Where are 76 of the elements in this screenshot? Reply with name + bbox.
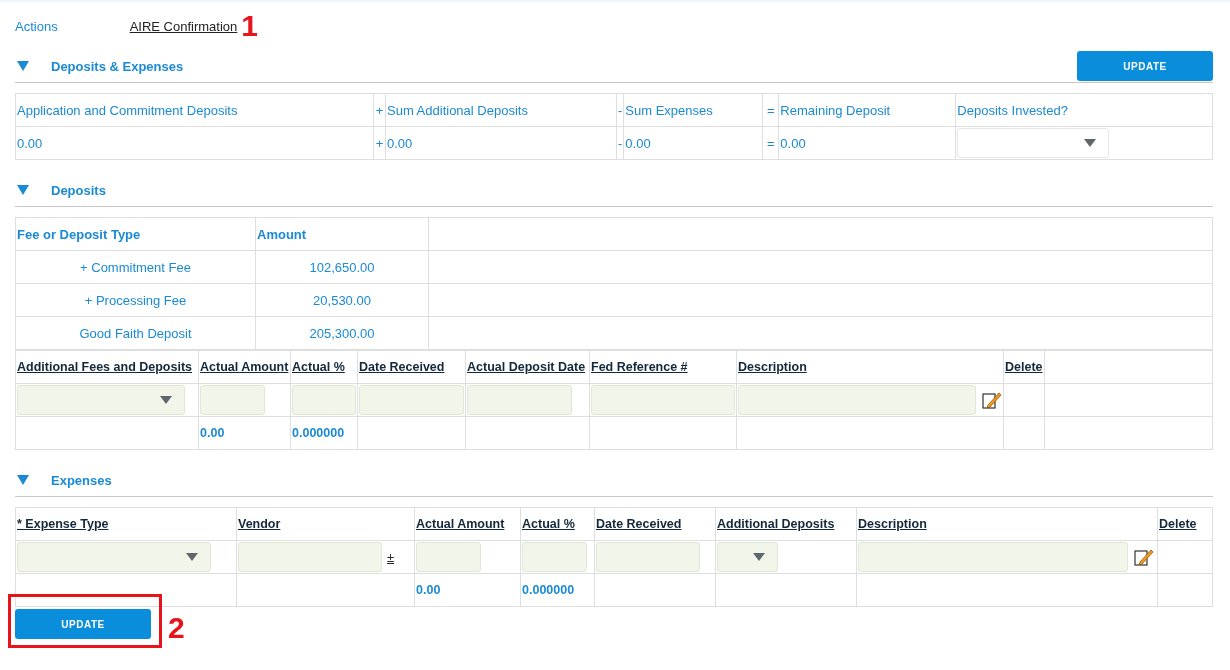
column-header: Fee or Deposit Type <box>17 226 141 242</box>
empty-table-cell <box>1158 574 1213 607</box>
operator-sign: - <box>618 102 623 118</box>
fee-amount: 102,650.00 <box>309 259 375 275</box>
total-value: 0.000000 <box>292 426 345 440</box>
input-field[interactable] <box>416 542 481 572</box>
input-field[interactable] <box>591 385 735 415</box>
column-header-link[interactable]: Vendor <box>238 517 281 531</box>
input-field[interactable] <box>200 385 265 415</box>
summary-label: Sum Expenses <box>625 102 713 118</box>
edit-icon[interactable] <box>1134 548 1154 566</box>
description-field[interactable] <box>738 385 976 415</box>
column-header: Amount <box>257 226 307 242</box>
operator-sign: + <box>375 102 384 118</box>
operator-sign: = <box>767 102 775 118</box>
total-value: 0.000000 <box>522 583 575 597</box>
summary-value: 0.00 <box>625 135 651 151</box>
column-header-link[interactable]: Description <box>738 360 807 374</box>
column-header-link[interactable]: Date Received <box>596 517 682 531</box>
input-field[interactable] <box>238 542 382 572</box>
column-header-link[interactable]: Actual % <box>522 517 575 531</box>
input-field[interactable] <box>467 385 572 415</box>
collapse-toggle-icon[interactable] <box>17 185 29 195</box>
fee-type: + Commitment Fee <box>80 259 191 275</box>
column-header-link[interactable]: Description <box>858 517 927 531</box>
edit-icon[interactable] <box>982 391 1002 409</box>
operator-sign: - <box>618 135 623 151</box>
fee-amount: 205,300.00 <box>309 325 375 341</box>
summary-label: Remaining Deposit <box>780 102 891 118</box>
input-field[interactable] <box>359 385 464 415</box>
input-field[interactable] <box>522 542 587 572</box>
collapse-toggle-icon[interactable] <box>17 61 29 71</box>
empty-table-cell <box>1004 417 1045 450</box>
annotation-number: 1 <box>241 11 258 41</box>
caret-icon <box>160 396 172 404</box>
breadcrumb-link[interactable]: AIRE Confirmation <box>129 18 238 34</box>
summary-label: Deposits Invested? <box>957 102 1068 118</box>
fee-amount: 20,530.00 <box>313 292 371 308</box>
actions-link[interactable]: Actions <box>15 18 58 34</box>
column-header-link[interactable]: Delete <box>1005 360 1043 374</box>
operator-sign: = <box>767 135 775 151</box>
column-header-link[interactable]: Additional Deposits <box>717 517 835 531</box>
input-field[interactable] <box>596 542 700 572</box>
summary-label: Sum Additional Deposits <box>387 102 528 118</box>
caret-icon <box>753 553 765 561</box>
total-value: 0.00 <box>416 583 441 597</box>
fee-type: + Processing Fee <box>84 292 187 308</box>
column-header-link[interactable]: Fed Reference # <box>591 360 688 374</box>
caret-icon <box>1084 139 1097 147</box>
section-title: Expenses <box>51 472 113 488</box>
column-header-link[interactable]: Actual Deposit Date <box>467 360 586 374</box>
fee-type: Good Faith Deposit <box>79 325 192 341</box>
column-header-link[interactable]: * Expense Type <box>17 517 109 531</box>
column-header-link[interactable]: Delete <box>1159 517 1197 531</box>
dropdown[interactable] <box>717 542 778 572</box>
summary-value: 0.00 <box>17 135 43 151</box>
summary-value: 0.00 <box>387 135 413 151</box>
summary-label: Application and Commitment Deposits <box>17 102 238 118</box>
update-button[interactable]: UPDATE <box>15 609 151 639</box>
annotation-number: 2 <box>168 613 185 643</box>
section-title: Deposits <box>51 182 107 198</box>
section-title: Deposits & Expenses <box>51 58 185 74</box>
column-header-link[interactable]: Additional Fees and Deposits <box>17 360 193 374</box>
column-header-link[interactable]: Actual Amount <box>416 517 505 531</box>
description-field[interactable] <box>858 542 1128 572</box>
operator-sign: + <box>375 135 384 151</box>
add-vendor-link[interactable]: ± <box>387 549 395 565</box>
column-header-link[interactable]: Actual % <box>292 360 345 374</box>
collapse-toggle-icon[interactable] <box>17 475 29 485</box>
column-header-link[interactable]: Actual Amount <box>200 360 289 374</box>
summary-value: 0.00 <box>780 135 806 151</box>
total-value: 0.00 <box>200 426 225 440</box>
caret-icon <box>186 553 198 561</box>
input-field[interactable] <box>292 385 356 415</box>
update-button[interactable]: UPDATE <box>1077 51 1213 81</box>
column-header-link[interactable]: Date Received <box>359 360 445 374</box>
